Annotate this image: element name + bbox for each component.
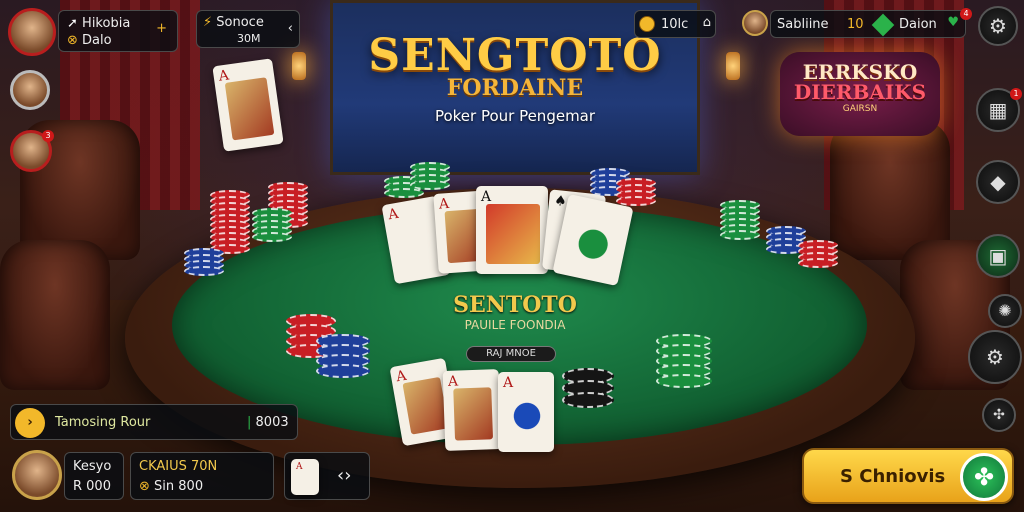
chair-left-front	[0, 240, 110, 390]
chair-right	[830, 120, 950, 260]
mini-card: A	[291, 459, 319, 495]
felt-logo: SENTOTO PAUILE FOONDIA	[395, 292, 635, 332]
top-badge: 4	[960, 8, 972, 20]
opponent-panel-top: Sabliine 10 Daion ♥	[770, 10, 966, 38]
top-center-line1: ⚡ Sonoce	[203, 15, 264, 30]
player-avatar[interactable]	[8, 8, 56, 56]
chip-stack-blue-1	[184, 248, 224, 276]
player-sub: ⊗ Dalo	[67, 33, 112, 48]
top-center-panel[interactable]: ⚡ Sonoce 30M ‹	[196, 10, 300, 48]
self-line2: R 000	[73, 479, 111, 494]
tools-icon: ✣	[993, 407, 1005, 423]
cta-label: S Chniovis	[840, 466, 946, 487]
wall-lamp-right	[726, 52, 740, 80]
notification-badge: 3	[42, 130, 54, 142]
status-value: | 8003	[247, 415, 289, 430]
opponent-num-top: 10	[847, 17, 864, 32]
chip-stack-blue-4	[316, 334, 370, 378]
side-button-shop[interactable]: ▣	[976, 234, 1020, 278]
coin-value: 10lc	[661, 17, 689, 32]
logo-title: SENGTOTO	[368, 30, 662, 81]
self-line1: Kesyo	[73, 459, 112, 474]
card-swap-panel[interactable]: A ‹›	[284, 452, 370, 500]
coin-icon	[639, 16, 655, 32]
promo-badge[interactable]: ERRKSKO DIERBAIKS GAIRSN	[780, 52, 940, 136]
chip-stack-red-4	[798, 240, 838, 268]
floating-card: A	[212, 58, 284, 152]
gem-icon	[871, 13, 895, 37]
grid-icon: ▦	[988, 98, 1008, 122]
bottom-status-bar: › Tamosing Rour | 8003	[10, 404, 298, 440]
plus-icon[interactable]: +	[156, 21, 167, 36]
side-button-extra[interactable]: ✣	[982, 398, 1016, 432]
coin-panel[interactable]: 10lc ⌂	[634, 10, 716, 38]
chip-stack-green-4	[720, 200, 760, 240]
community-card-3: A	[476, 186, 548, 274]
wall-lamp-left	[292, 52, 306, 80]
play-now-button[interactable]: S Chniovis ✤	[802, 448, 1014, 504]
game-screen: SENGTOTO FORDAINE Poker Pour Pengemar ER…	[0, 0, 1024, 512]
gear-icon: ⚙	[989, 14, 1007, 38]
bonus-panel[interactable]: CKAIUS 70N ⊗ Sin 800	[130, 452, 274, 500]
opponent-avatar-1[interactable]	[10, 70, 50, 110]
diamond-icon: ◆	[990, 170, 1006, 194]
promo-line3: GAIRSN	[842, 104, 878, 114]
table-pill[interactable]: RAJ MNOE	[466, 346, 556, 362]
heart-icon[interactable]: ♥	[947, 15, 959, 30]
settings-button[interactable]: ⚙	[978, 6, 1018, 46]
home-icon[interactable]: ⌂	[703, 15, 711, 30]
self-panel: Kesyo R 000	[64, 452, 124, 500]
coin-icon: ⊗	[139, 479, 150, 494]
side-button-diamond[interactable]: ◆	[976, 160, 1020, 204]
player-card-3[interactable]: A	[498, 372, 554, 452]
chip-stack-green-5	[656, 334, 712, 388]
bolt-icon: ⚡	[203, 15, 213, 30]
chevron-right-icon[interactable]: ›	[15, 408, 45, 438]
shop-icon: ▣	[988, 244, 1008, 268]
game-logo: SENGTOTO FORDAINE Poker Pour Pengemar	[360, 30, 670, 125]
coin-icon: ⊗	[67, 33, 78, 48]
felt-title: SENTOTO	[453, 292, 577, 318]
chip-stack-black	[562, 368, 614, 408]
self-avatar[interactable]	[12, 450, 62, 500]
bolt-icon: ➚	[67, 16, 78, 31]
top-center-line2: 30M	[237, 32, 261, 45]
side-button-small[interactable]: ✺	[988, 294, 1022, 328]
chip-stack-red-1	[210, 190, 250, 254]
opponent-avatar-top[interactable]	[742, 10, 768, 36]
status-label: Tamosing Rour	[55, 415, 151, 430]
double-arrow-icon[interactable]: ‹›	[337, 465, 351, 486]
gem-value: Daion	[899, 17, 937, 32]
bonus-line1: CKAIUS 70N	[139, 459, 218, 474]
chevron-left-icon: ‹	[287, 21, 293, 36]
felt-subtitle: PAUILE FOONDIA	[464, 318, 566, 332]
chip-stack-green-1	[252, 208, 292, 242]
gear-icon: ⚙	[986, 345, 1004, 369]
opponent-name-top: Sabliine	[777, 17, 829, 32]
swirl-icon: ✺	[998, 301, 1012, 320]
logo-tagline: Poker Pour Pengemar	[434, 107, 596, 125]
player-name: ➚ Hikobia	[67, 16, 131, 31]
player-panel: ➚ Hikobia ⊗ Dalo +	[58, 10, 178, 52]
chip-stack-red-3	[616, 178, 656, 206]
side-button-settings[interactable]: ⚙	[968, 330, 1022, 384]
promo-line2: DIERBAIKS	[793, 80, 927, 104]
bonus-line2: ⊗ Sin 800	[139, 479, 204, 494]
side-badge: 1	[1010, 88, 1022, 100]
chip-stack-green-3	[410, 162, 450, 190]
player-card-2[interactable]: A	[442, 369, 502, 451]
clover-icon: ✤	[960, 453, 1008, 501]
